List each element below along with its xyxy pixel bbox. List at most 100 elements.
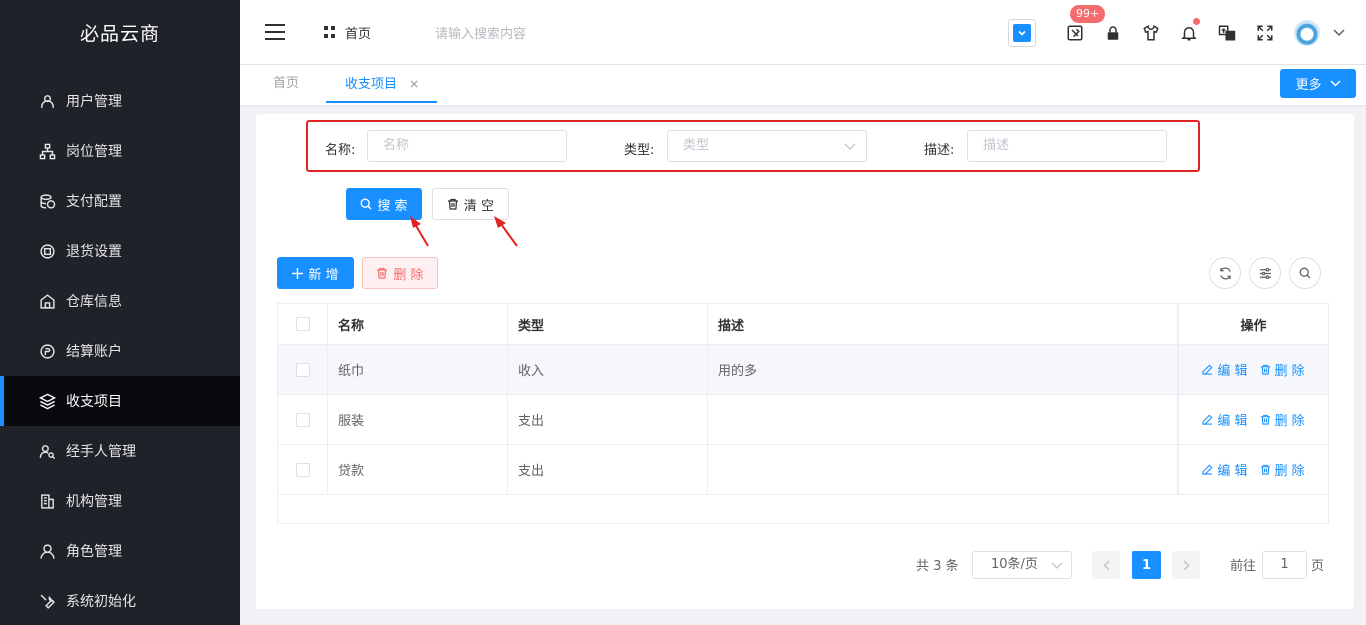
trash-icon xyxy=(377,267,388,279)
sidebar-item-returns[interactable]: 退货设置 xyxy=(0,226,240,276)
row-checkbox[interactable] xyxy=(295,412,310,427)
add-button[interactable]: 新 增 xyxy=(277,257,354,289)
collapse-toggle-icon[interactable] xyxy=(1008,18,1036,47)
lock-icon[interactable] xyxy=(1102,22,1124,44)
row-delete-button[interactable]: 删 除 xyxy=(1260,360,1305,379)
row-checkbox[interactable] xyxy=(295,362,310,377)
cell-desc xyxy=(708,445,1178,494)
cell-ops: 编 辑 删 除 xyxy=(1178,345,1328,394)
sidebar-item-warehouse[interactable]: 仓库信息 xyxy=(0,276,240,326)
header-search-input[interactable]: 请输入搜索内容 xyxy=(435,23,526,42)
search-button-label: 搜 索 xyxy=(377,198,408,214)
fullscreen-icon[interactable] xyxy=(1254,22,1276,44)
coins-icon xyxy=(38,192,56,210)
sidebar-item-payment[interactable]: 支付配置 xyxy=(0,176,240,226)
trash-icon xyxy=(1260,364,1270,375)
user-icon xyxy=(38,92,56,110)
edit-icon xyxy=(1202,464,1213,475)
sidebar: 必品云商 用户管理 岗位管理 支付配置 退货设置 仓库信息 结算账户 收支项目 xyxy=(0,0,240,625)
row-delete-button[interactable]: 删 除 xyxy=(1260,460,1305,479)
annotation-arrow xyxy=(410,216,429,247)
select-all-checkbox[interactable] xyxy=(295,317,310,331)
add-button-label: 新 增 xyxy=(308,267,339,283)
cell-desc: 用的多 xyxy=(708,345,1178,394)
desc-filter-input[interactable]: 描述 xyxy=(967,130,1167,162)
income-expense-table: 名称 类型 描述 操作 纸巾 收入 用的多 编 辑 删 除 服装 支出 编 辑 … xyxy=(277,303,1329,524)
trash-icon xyxy=(1260,414,1270,425)
header-desc: 描述 xyxy=(708,304,1178,344)
sidebar-item-label: 支付配置 xyxy=(66,194,122,210)
type-filter-label: 类型: xyxy=(624,143,655,158)
row-delete-button[interactable]: 删 除 xyxy=(1260,410,1305,429)
edit-button[interactable]: 编 辑 xyxy=(1202,410,1248,429)
hamburger-menu-icon[interactable] xyxy=(264,21,286,43)
sidebar-item-system-init[interactable]: 系统初始化 xyxy=(0,576,240,625)
plus-icon xyxy=(292,267,304,279)
sidebar-item-positions[interactable]: 岗位管理 xyxy=(0,126,240,176)
clear-button-label: 清 空 xyxy=(463,198,495,214)
goto-page-input[interactable]: 1 xyxy=(1262,551,1307,579)
sidebar-item-income-expense[interactable]: 收支项目 xyxy=(0,376,240,426)
shirt-icon[interactable] xyxy=(1140,22,1162,44)
prev-page-button[interactable] xyxy=(1092,551,1120,579)
sidebar-item-roles[interactable]: 角色管理 xyxy=(0,526,240,576)
tabs-bar: 首页 收支项目 × 更多 xyxy=(240,65,1366,105)
sidebar-item-label: 退货设置 xyxy=(66,244,122,260)
sidebar-item-users[interactable]: 用户管理 xyxy=(0,76,240,126)
close-icon[interactable]: × xyxy=(409,77,419,91)
more-button[interactable]: 更多 xyxy=(1280,69,1356,98)
cell-name: 服装 xyxy=(328,395,508,444)
delete-label: 删 除 xyxy=(1274,414,1305,429)
row-checkbox[interactable] xyxy=(295,462,310,477)
sidebar-item-handlers[interactable]: 经手人管理 xyxy=(0,426,240,476)
name-filter-label: 名称: xyxy=(325,143,356,158)
sidebar-item-settlement[interactable]: 结算账户 xyxy=(0,326,240,376)
translate-icon[interactable] xyxy=(1216,22,1238,44)
wrench-icon xyxy=(38,592,56,610)
tab-home[interactable]: 首页 xyxy=(273,65,299,103)
delete-button-label: 删 除 xyxy=(393,267,424,283)
sidebar-item-label: 收支项目 xyxy=(66,394,122,410)
type-select-placeholder: 类型 xyxy=(683,138,710,153)
header-home-link[interactable]: 首页 xyxy=(324,23,371,42)
filter-form-highlight: 名称: 名称 类型: 类型 描述: 描述 xyxy=(306,120,1200,172)
delete-label: 删 除 xyxy=(1274,464,1305,479)
cell-ops: 编 辑 删 除 xyxy=(1178,395,1328,444)
refresh-icon[interactable] xyxy=(1209,257,1241,289)
type-filter-select[interactable]: 类型 xyxy=(667,130,867,162)
edit-icon xyxy=(1202,414,1213,425)
tab-income-expense[interactable]: 收支项目 × xyxy=(326,65,438,103)
role-icon xyxy=(38,542,56,560)
chevron-down-icon[interactable] xyxy=(1328,22,1350,44)
name-filter-input[interactable]: 名称 xyxy=(367,130,567,162)
sidebar-item-label: 角色管理 xyxy=(66,544,122,560)
sidebar-item-organization[interactable]: 机构管理 xyxy=(0,476,240,526)
sidebar-item-label: 用户管理 xyxy=(66,94,122,110)
sidebar-item-label: 结算账户 xyxy=(66,344,122,360)
header-toolbar: 99+ xyxy=(1008,0,1366,65)
page-size-value: 10条/页 xyxy=(991,557,1038,572)
warehouse-icon xyxy=(38,292,56,310)
edit-button[interactable]: 编 辑 xyxy=(1202,460,1248,479)
edit-button[interactable]: 编 辑 xyxy=(1202,360,1248,379)
next-page-button[interactable] xyxy=(1172,551,1200,579)
avatar[interactable] xyxy=(1294,19,1320,46)
sidebar-item-label: 仓库信息 xyxy=(66,294,122,310)
more-label: 更多 xyxy=(1295,78,1322,93)
page-number-button[interactable]: 1 xyxy=(1132,551,1161,579)
column-settings-icon[interactable] xyxy=(1249,257,1281,289)
content-card: 名称: 名称 类型: 类型 描述: 描述 搜 索 清 空 新 增 删 除 名称 … xyxy=(256,114,1354,609)
sidebar-item-label: 机构管理 xyxy=(66,494,122,510)
chevron-down-icon xyxy=(1329,80,1341,87)
cell-desc xyxy=(708,395,1178,444)
tools-icon[interactable]: 99+ xyxy=(1064,4,1106,44)
sidebar-item-label: 经手人管理 xyxy=(66,444,136,460)
bell-icon[interactable] xyxy=(1178,17,1200,44)
search-toggle-icon[interactable] xyxy=(1289,257,1321,289)
page-size-select[interactable]: 10条/页 xyxy=(972,551,1072,579)
delete-button[interactable]: 删 除 xyxy=(362,257,438,289)
table-header-row: 名称 类型 描述 操作 xyxy=(278,304,1328,345)
delete-label: 删 除 xyxy=(1274,364,1305,379)
top-header: 首页 请输入搜索内容 99+ xyxy=(240,0,1366,65)
row-checkbox-cell xyxy=(278,445,328,494)
